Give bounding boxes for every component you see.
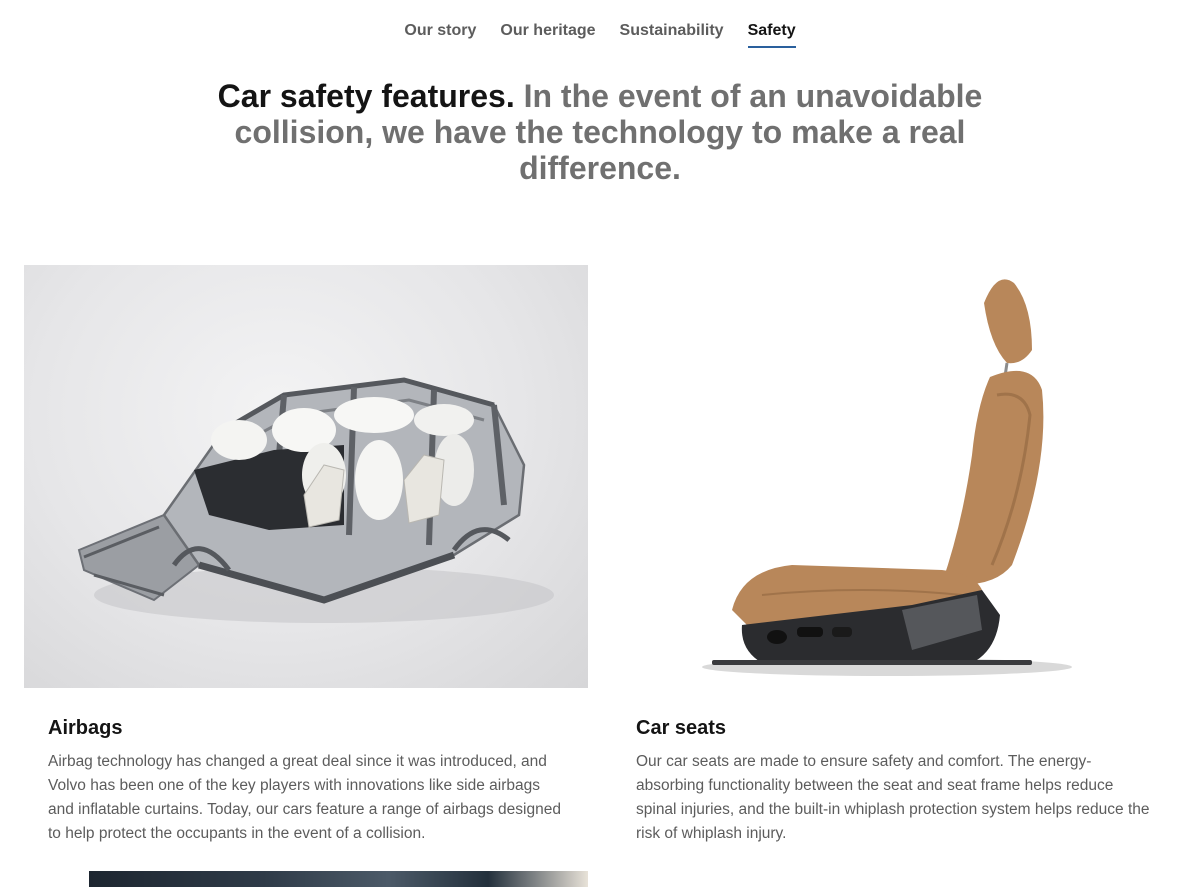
nav-item-safety[interactable]: Safety [747, 20, 796, 48]
headline-lead: Car safety features. [217, 78, 515, 114]
car-seats-card: Car seats Our car seats are made to ensu… [612, 265, 1176, 846]
airbags-title: Airbags [48, 717, 123, 739]
car-seats-description: Our car seats are made to ensure safety … [636, 753, 1150, 842]
car-body-airbags-illustration [77, 377, 554, 623]
page-headline: Car safety features. In the event of an … [200, 78, 1000, 186]
airbags-image [24, 265, 588, 688]
car-seat-image [612, 265, 1176, 688]
airbags-card: Airbags Airbag technology has changed a … [24, 265, 588, 846]
nav-item-sustainability[interactable]: Sustainability [620, 20, 724, 48]
airbags-description: Airbag technology has changed a great de… [48, 753, 561, 842]
nav-item-our-heritage[interactable]: Our heritage [500, 20, 595, 48]
car-seats-title: Car seats [636, 717, 727, 739]
car-seat-illustration [702, 279, 1072, 676]
next-section-image [89, 871, 588, 887]
nav-item-our-story[interactable]: Our story [404, 20, 476, 48]
section-nav: Our story Our heritage Sustainability Sa… [0, 20, 1200, 50]
